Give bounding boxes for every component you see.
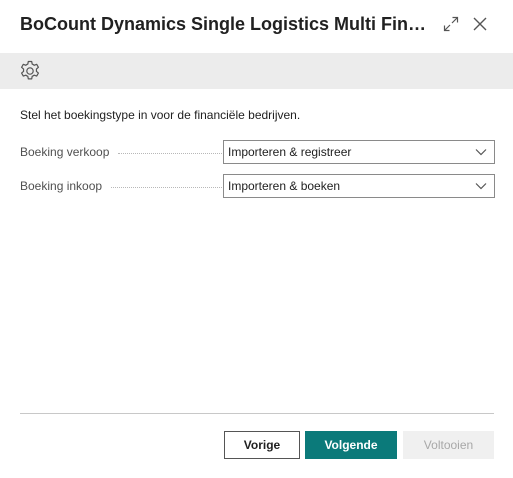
- label-leader-dots: [118, 153, 234, 154]
- finish-button: Voltooien: [403, 431, 494, 459]
- boeking-inkoop-select[interactable]: Importeren & boeken: [223, 174, 495, 198]
- footer-divider: [20, 413, 494, 414]
- chevron-down-icon: [475, 149, 487, 156]
- label-leader-dots: [111, 187, 234, 188]
- settings-button[interactable]: [18, 59, 42, 83]
- next-button[interactable]: Volgende: [305, 431, 397, 459]
- close-button[interactable]: [470, 14, 490, 34]
- dialog-titlebar: BoCount Dynamics Single Logistics Multi …: [0, 0, 513, 52]
- field-label: Boeking inkoop: [20, 179, 103, 193]
- dialog-title: BoCount Dynamics Single Logistics Multi …: [20, 14, 430, 34]
- field-row-boeking-inkoop: Boeking inkoop Importeren & boeken: [20, 174, 495, 198]
- chevron-down-icon: [475, 183, 487, 190]
- field-row-boeking-verkoop: Boeking verkoop Importeren & registreer: [20, 140, 495, 164]
- gear-icon: [21, 60, 39, 80]
- instruction-text: Stel het boekingstype in voor de financi…: [20, 108, 301, 122]
- close-icon: [473, 17, 487, 31]
- field-label: Boeking verkoop: [20, 145, 110, 159]
- select-value: Importeren & registreer: [228, 145, 352, 159]
- expand-icon: [443, 16, 459, 32]
- dialog-toolbar: [0, 53, 513, 89]
- previous-button[interactable]: Vorige: [224, 431, 300, 459]
- boeking-verkoop-select[interactable]: Importeren & registreer: [223, 140, 495, 164]
- expand-button[interactable]: [441, 14, 461, 34]
- select-value: Importeren & boeken: [228, 179, 341, 193]
